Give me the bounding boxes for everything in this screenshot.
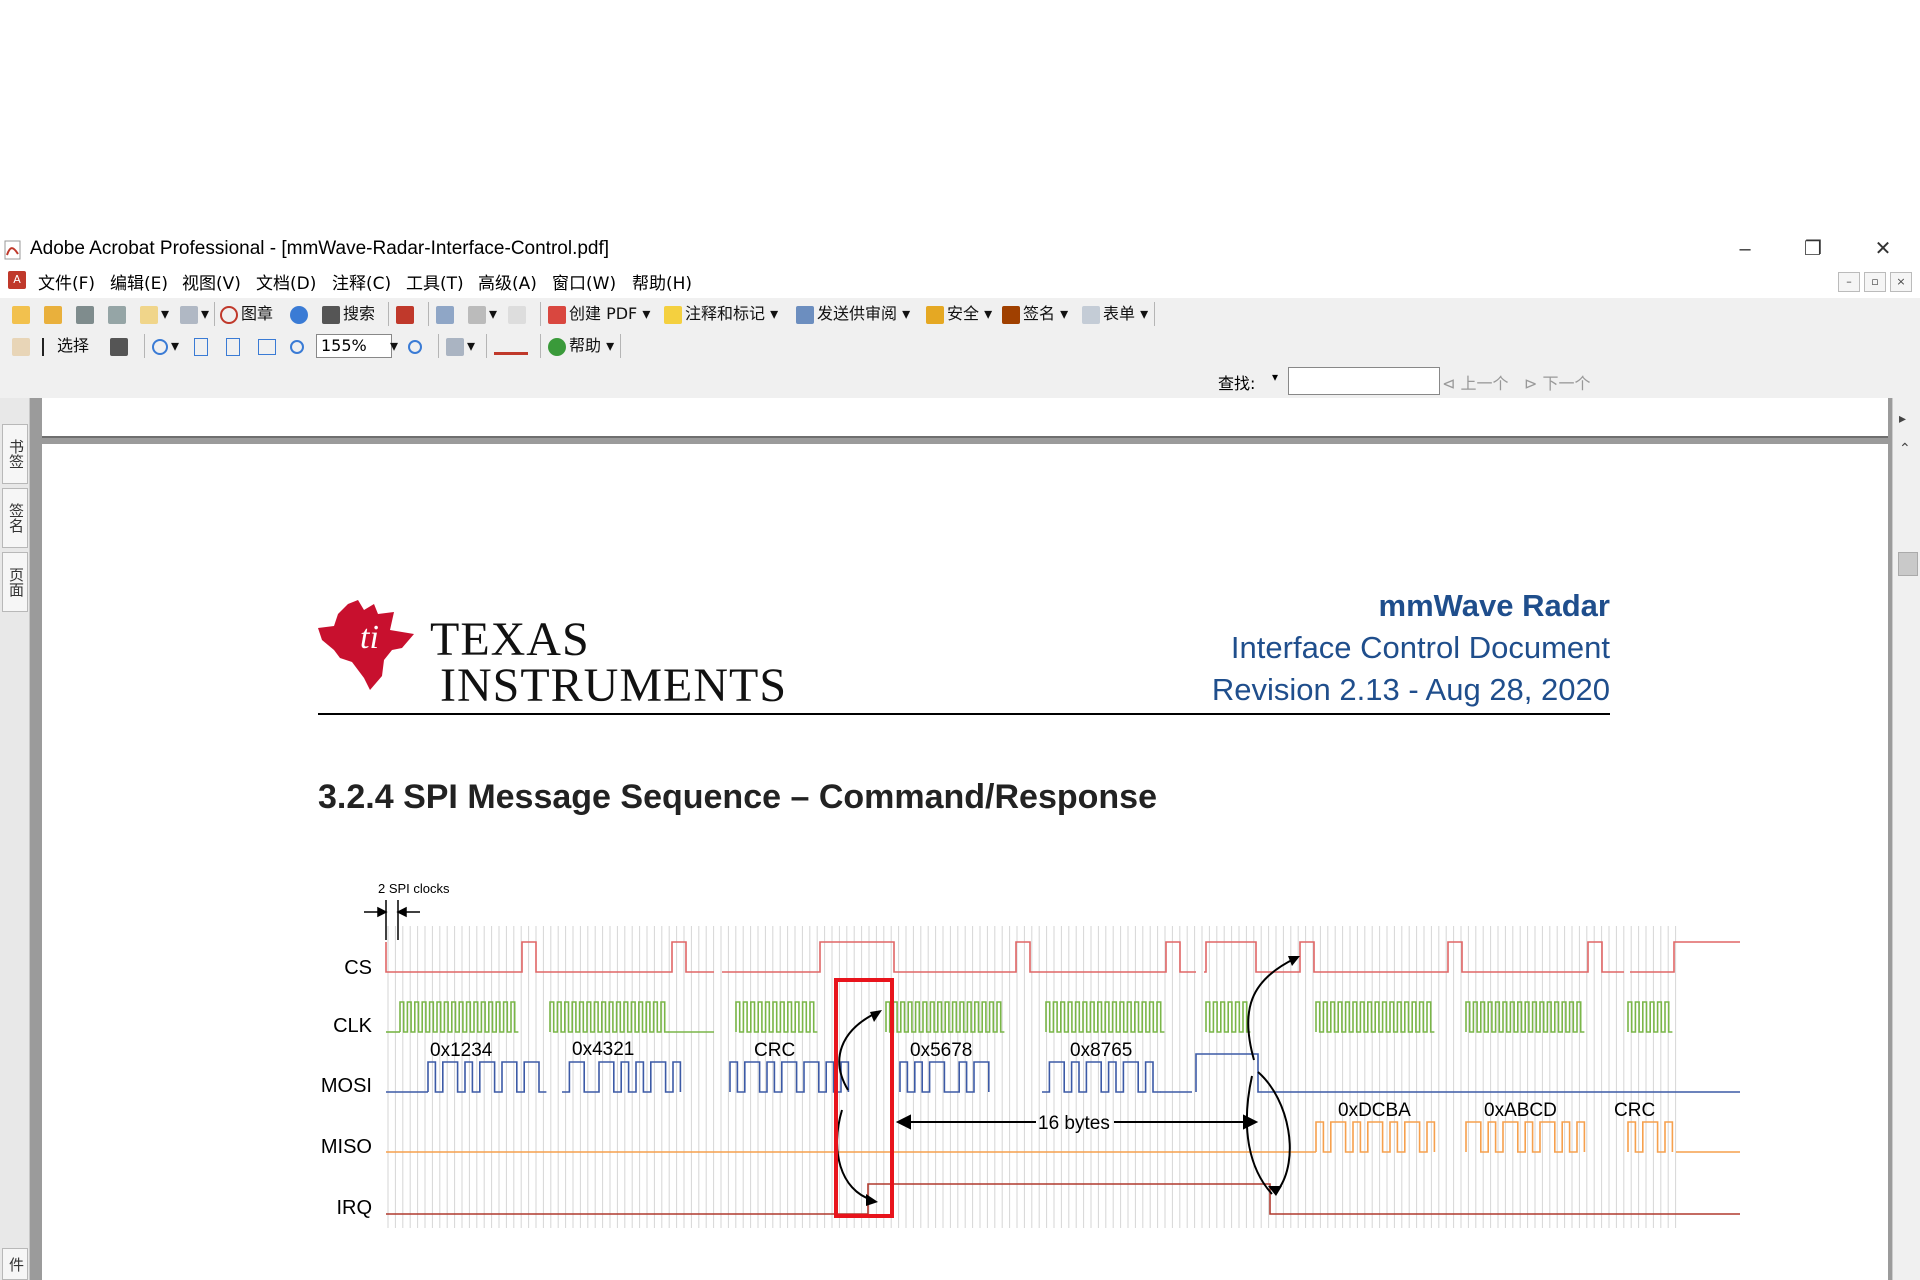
mosi-byte-label: 0x4321 [572, 1039, 634, 1060]
mosi-waveform [562, 1061, 682, 1093]
mosi-byte-label: 0x5678 [910, 1040, 972, 1061]
signal-labels: CS CLK MOSI MISO IRQ [321, 957, 373, 1219]
miso-byte-label: 0xABCD [1484, 1100, 1557, 1121]
miso-waveform [1465, 1121, 1586, 1153]
scroll-right-icon[interactable]: ▸ [1899, 410, 1906, 427]
signal-label-mosi: MOSI [321, 1075, 372, 1097]
signal-label-cs: CS [344, 957, 372, 979]
spi-timing-diagram: CS CLK MOSI MISO IRQ 0x1234 0x4321 CRC 0… [321, 881, 1740, 1228]
signal-label-irq: IRQ [336, 1197, 372, 1219]
miso-byte-label: CRC [1614, 1100, 1655, 1121]
clk-waveform [1465, 1001, 1585, 1033]
mosi-byte-label: 0x1234 [430, 1040, 493, 1061]
spi-clocks-label: 2 SPI clocks [378, 881, 450, 896]
length-label: 16 bytes [1038, 1113, 1110, 1134]
irq-waveform [386, 1183, 1740, 1215]
vertical-scrollbar[interactable]: ▸ ⌃ [1892, 398, 1920, 1280]
clk-waveform [885, 1001, 1005, 1033]
clk-waveform [735, 1001, 818, 1033]
clk-waveform [1045, 1001, 1165, 1033]
mosi-byte-label: 0x8765 [1070, 1040, 1132, 1061]
doc-close-button[interactable]: × [1890, 272, 1912, 292]
miso-waveform [1627, 1121, 1674, 1153]
scroll-up-icon[interactable]: ⌃ [1899, 440, 1911, 457]
clk-waveform [1315, 1001, 1435, 1033]
signal-waveforms [385, 941, 1740, 1215]
mosi-waveform [729, 1061, 850, 1093]
signal-label-clk: CLK [333, 1015, 373, 1037]
scrollbar-thumb[interactable] [1898, 552, 1918, 576]
clk-waveform [399, 1001, 519, 1033]
clk-waveform [1627, 1001, 1673, 1033]
signal-label-miso: MISO [321, 1136, 372, 1158]
clk-waveform [549, 1001, 669, 1033]
clk-waveform [1205, 1001, 1251, 1033]
miso-byte-label: 0xDCBA [1338, 1100, 1411, 1121]
cs-waveform [385, 941, 1740, 973]
spi-clocks-arrows [364, 900, 420, 940]
handshake-arrowheads [866, 956, 1300, 1206]
mosi-byte-label: CRC [754, 1040, 795, 1061]
